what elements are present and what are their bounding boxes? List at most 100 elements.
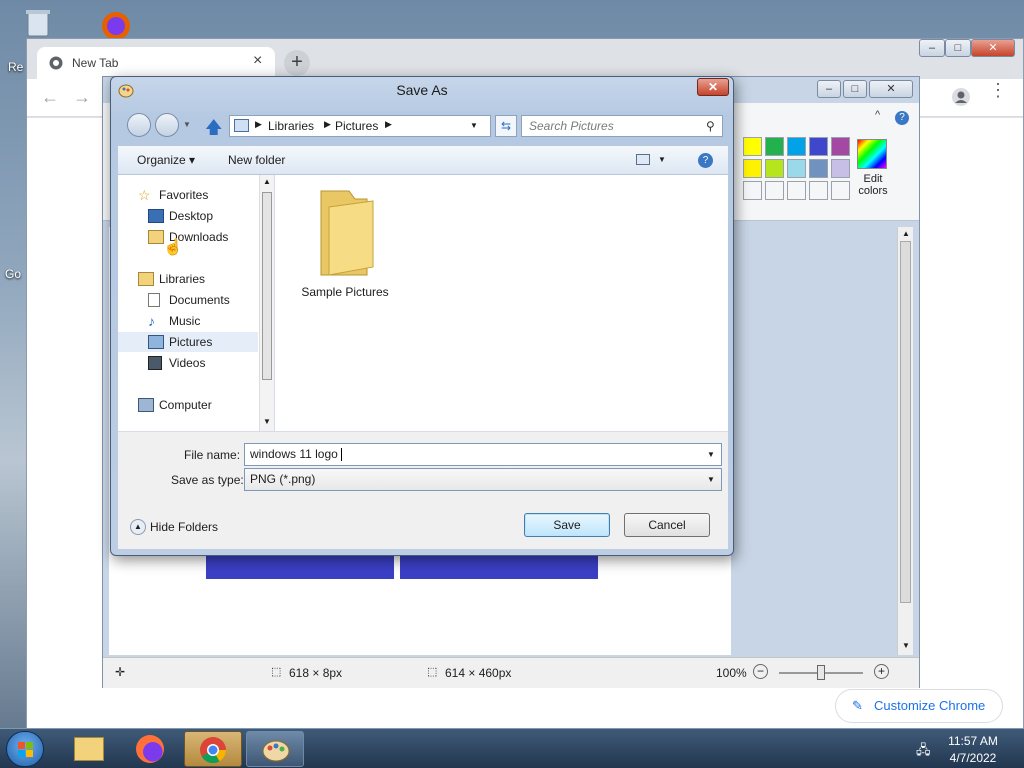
collapse-icon: ▲ <box>130 519 146 535</box>
color-swatch[interactable] <box>831 159 850 178</box>
color-swatch-empty[interactable] <box>743 181 762 200</box>
nav-scroll-thumb[interactable] <box>262 192 272 380</box>
start-button[interactable] <box>6 731 44 767</box>
rainbow-icon <box>857 139 887 169</box>
color-swatch-empty[interactable] <box>765 181 784 200</box>
color-swatch[interactable] <box>787 137 806 156</box>
back-arrow-icon[interactable]: ← <box>41 87 59 108</box>
address-dropdown-icon[interactable]: ▼ <box>470 121 478 130</box>
breadcrumb-separator-icon: ▶ <box>324 119 331 129</box>
new-folder-button[interactable]: New folder <box>228 153 285 167</box>
folder-item[interactable]: Sample Pictures <box>293 181 397 301</box>
back-button[interactable] <box>127 113 151 137</box>
nav-documents[interactable]: Documents <box>118 290 258 310</box>
paint-minimize-button[interactable]: – <box>817 80 841 98</box>
scroll-down-icon[interactable]: ▼ <box>902 641 910 650</box>
nav-desktop[interactable]: Desktop <box>118 206 258 226</box>
maximize-button[interactable]: □ <box>945 39 971 57</box>
libraries-icon <box>138 272 154 286</box>
color-swatch[interactable] <box>765 137 784 156</box>
customize-chrome-button[interactable]: ✎ Customize Chrome <box>835 689 1003 723</box>
forward-arrow-icon[interactable]: → <box>73 87 91 108</box>
address-bar[interactable]: ▶ Libraries ▶ Pictures ▶ ▼ <box>229 115 491 137</box>
tab-close-icon[interactable]: × <box>253 52 262 70</box>
color-swatch[interactable] <box>809 159 828 178</box>
scroll-up-icon[interactable]: ▲ <box>902 229 910 238</box>
scroll-down-icon[interactable]: ▼ <box>263 417 271 426</box>
color-swatch[interactable] <box>765 159 784 178</box>
refresh-button[interactable]: ⇆ <box>495 115 517 137</box>
zoom-level: 100% <box>716 666 747 680</box>
clock[interactable]: 11:57 AM 4/7/2022 <box>940 734 1006 765</box>
search-input[interactable]: Search Pictures ⚲ <box>521 115 723 137</box>
file-name-dropdown-icon[interactable]: ▼ <box>707 444 715 465</box>
scroll-up-icon[interactable]: ▲ <box>263 177 271 186</box>
text-caret <box>341 448 343 462</box>
color-swatch[interactable] <box>787 159 806 178</box>
save-type-select[interactable]: PNG (*.png) ▼ <box>244 468 722 491</box>
zoom-slider-handle[interactable] <box>817 665 825 680</box>
recycle-bin-icon[interactable] <box>20 8 56 38</box>
forward-button[interactable] <box>155 113 179 137</box>
zoom-out-icon[interactable]: − <box>753 664 768 679</box>
desktop-icon <box>148 209 164 223</box>
taskbar-paint[interactable] <box>246 731 304 767</box>
nav-favorites[interactable]: ☆ Favorites <box>118 185 258 205</box>
new-tab-button[interactable]: + <box>284 50 310 76</box>
organize-button[interactable]: Organize ▾ <box>137 153 195 167</box>
color-swatch-empty[interactable] <box>831 181 850 200</box>
hide-folders-button[interactable]: ▲ Hide Folders <box>130 519 230 537</box>
scroll-thumb[interactable] <box>900 241 911 603</box>
zoom-in-icon[interactable]: + <box>874 664 889 679</box>
breadcrumb-libraries[interactable]: Libraries <box>268 119 314 133</box>
color-swatch-empty[interactable] <box>787 181 806 200</box>
minimize-button[interactable]: – <box>919 39 945 57</box>
paint-close-button[interactable]: ✕ <box>869 80 913 98</box>
nav-pictures[interactable]: Pictures <box>118 332 258 352</box>
vertical-scrollbar[interactable]: ▲ ▼ <box>897 227 913 655</box>
nav-computer[interactable]: Computer <box>118 395 258 415</box>
breadcrumb-pictures[interactable]: Pictures <box>335 119 378 133</box>
zoom-slider[interactable] <box>779 665 863 680</box>
paint-maximize-button[interactable]: □ <box>843 80 867 98</box>
view-icon[interactable] <box>636 154 650 165</box>
ribbon-collapse-icon[interactable]: ^ <box>875 109 880 121</box>
help-icon[interactable]: ? <box>895 111 909 125</box>
documents-icon <box>148 293 160 307</box>
save-type-dropdown-icon[interactable]: ▼ <box>707 469 715 490</box>
color-swatch[interactable] <box>831 137 850 156</box>
nav-videos[interactable]: Videos <box>118 353 258 373</box>
file-name-input[interactable]: windows 11 logo ▼ <box>244 443 722 466</box>
nav-downloads[interactable]: Downloads <box>118 227 258 247</box>
nav-music[interactable]: ♪ Music <box>118 311 258 331</box>
save-button[interactable]: Save <box>524 513 610 537</box>
color-swatch[interactable] <box>743 137 762 156</box>
tab-new-tab[interactable]: New Tab × <box>37 47 275 79</box>
color-swatch[interactable] <box>743 159 762 178</box>
view-dropdown-icon[interactable]: ▼ <box>658 155 666 164</box>
navigation-pane: ☆ Favorites Desktop Downloads ☝ Librarie… <box>118 175 275 431</box>
taskbar-firefox[interactable] <box>122 731 180 767</box>
recent-dropdown-icon[interactable]: ▼ <box>183 120 191 129</box>
move-icon: ✛ <box>115 665 126 679</box>
computer-icon <box>138 398 154 412</box>
chrome-icon <box>199 736 227 767</box>
nav-scrollbar[interactable]: ▲ ▼ <box>259 175 274 431</box>
taskbar-chrome[interactable] <box>184 731 242 767</box>
edit-colors-button[interactable]: Edit colors <box>855 139 891 199</box>
up-arrow-icon[interactable]: 🡅 <box>205 115 222 144</box>
help-icon[interactable]: ? <box>698 153 713 168</box>
cancel-button[interactable]: Cancel <box>624 513 710 537</box>
folder-label: Sample Pictures <box>301 285 389 299</box>
dialog-close-button[interactable]: ✕ <box>697 78 729 96</box>
firefox-desktop-icon[interactable] <box>94 6 138 40</box>
color-swatch[interactable] <box>809 137 828 156</box>
network-icon[interactable]: 🖧 <box>916 741 931 763</box>
menu-dots-icon[interactable]: ⋮ <box>989 81 1007 99</box>
nav-libraries[interactable]: Libraries <box>118 269 258 289</box>
edit-colors-label: Edit colors <box>858 173 888 197</box>
color-swatch-empty[interactable] <box>809 181 828 200</box>
profile-icon[interactable] <box>951 87 971 110</box>
close-button[interactable]: ✕ <box>971 39 1015 57</box>
taskbar-explorer[interactable] <box>60 731 118 767</box>
